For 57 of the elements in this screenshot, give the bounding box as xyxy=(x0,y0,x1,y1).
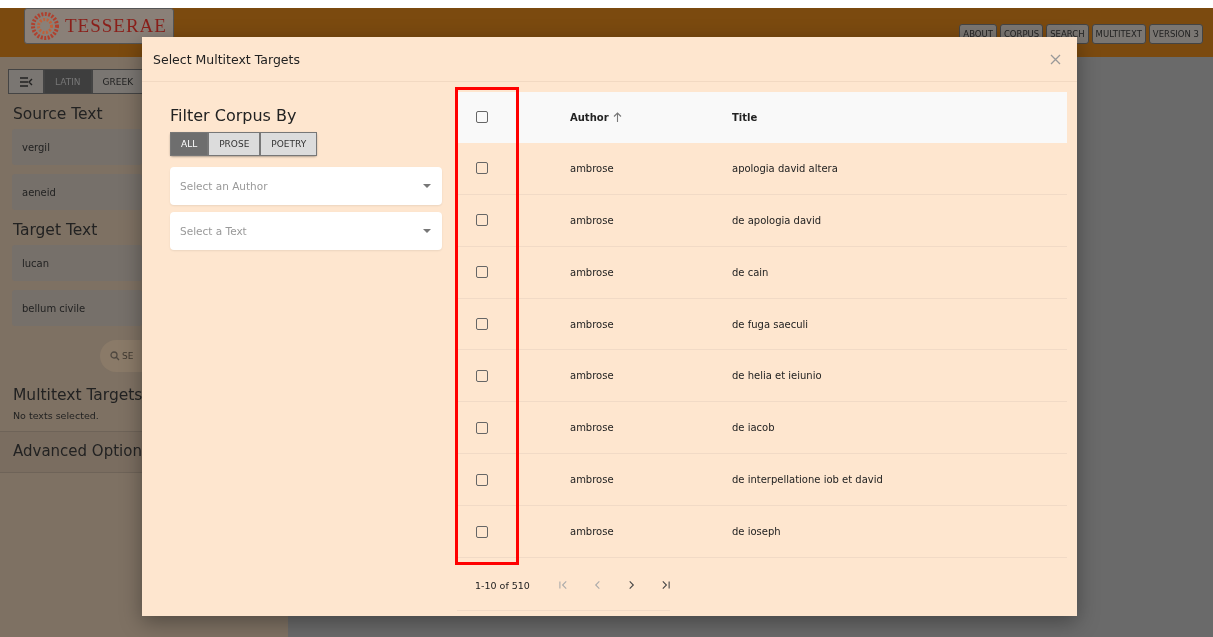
column-header[interactable]: Author xyxy=(570,111,622,123)
table-cell: de cain xyxy=(732,266,769,278)
language-tab[interactable]: GREEK xyxy=(91,69,145,94)
filter-toggle[interactable]: ALL xyxy=(170,132,209,156)
row-checkbox[interactable] xyxy=(476,525,488,538)
dialog-title: Select Multitext Targets xyxy=(153,51,300,67)
mosaic-circle-icon xyxy=(31,11,59,40)
table-cell: de interpellatione iob et david xyxy=(732,474,883,486)
section-heading: Multitext Targets xyxy=(13,386,143,404)
collapse-menu-button[interactable] xyxy=(8,69,44,94)
dropdown-caret-icon xyxy=(423,229,431,233)
table-cell: ambrose xyxy=(570,474,614,486)
target-field[interactable]: bellum civile xyxy=(12,290,142,326)
filter-toggle[interactable]: PROSE xyxy=(208,132,261,156)
nav-button[interactable]: VERSION 3 xyxy=(1148,23,1203,44)
row-checkbox[interactable] xyxy=(476,318,488,330)
row-checkbox[interactable] xyxy=(476,369,488,382)
table-cell: de ioseph xyxy=(732,526,781,538)
table-cell: de fuga saeculi xyxy=(732,318,809,330)
logo[interactable]: TESSERAE xyxy=(24,7,174,44)
column-header[interactable]: Title xyxy=(732,111,758,123)
section-heading: Target Text xyxy=(13,221,98,239)
table-cell: apologia david altera xyxy=(732,162,838,174)
last-page-icon[interactable] xyxy=(661,580,670,590)
table-cell: ambrose xyxy=(570,422,614,434)
table-cell: ambrose xyxy=(570,318,614,330)
row-checkbox[interactable] xyxy=(476,473,488,486)
page-range: 1-10 of 510 xyxy=(475,579,530,591)
select-dropdown[interactable]: Select a Text xyxy=(170,212,442,250)
table-cell: ambrose xyxy=(570,266,614,278)
advanced-options-header[interactable]: Advanced Option xyxy=(0,432,143,473)
table-cell: ambrose xyxy=(570,370,614,382)
table-cell: de apologia david xyxy=(732,214,822,226)
source-field[interactable]: aeneid xyxy=(12,174,142,210)
search-icon xyxy=(110,351,120,361)
table-cell: ambrose xyxy=(570,162,614,174)
source-field[interactable]: vergil xyxy=(12,129,142,165)
row-checkbox[interactable] xyxy=(476,421,488,434)
row-checkbox[interactable] xyxy=(476,214,488,227)
table-cell: ambrose xyxy=(570,214,614,226)
table-cell: ambrose xyxy=(570,526,614,538)
section-heading: Source Text xyxy=(13,105,103,123)
table-cell: de iacob xyxy=(732,422,775,434)
pill-button[interactable]: SE xyxy=(100,340,142,372)
nav-button[interactable]: MULTITEXT xyxy=(1091,23,1146,44)
logo-text: TESSERAE xyxy=(65,14,167,37)
row-checkbox[interactable] xyxy=(476,266,488,279)
select-dropdown[interactable]: Select an Author xyxy=(170,167,442,205)
target-field[interactable]: lucan xyxy=(12,245,142,281)
table-cell: de helia et ieiunio xyxy=(732,370,822,382)
row-checkbox[interactable] xyxy=(476,162,488,175)
filter-heading: Filter Corpus By xyxy=(170,106,298,125)
sort-arrow-icon[interactable] xyxy=(612,112,622,123)
menu-collapse-icon xyxy=(19,76,33,87)
select-all-checkbox[interactable] xyxy=(476,111,488,124)
filter-toggle[interactable]: POETRY xyxy=(260,132,318,156)
dropdown-caret-icon xyxy=(423,184,431,188)
